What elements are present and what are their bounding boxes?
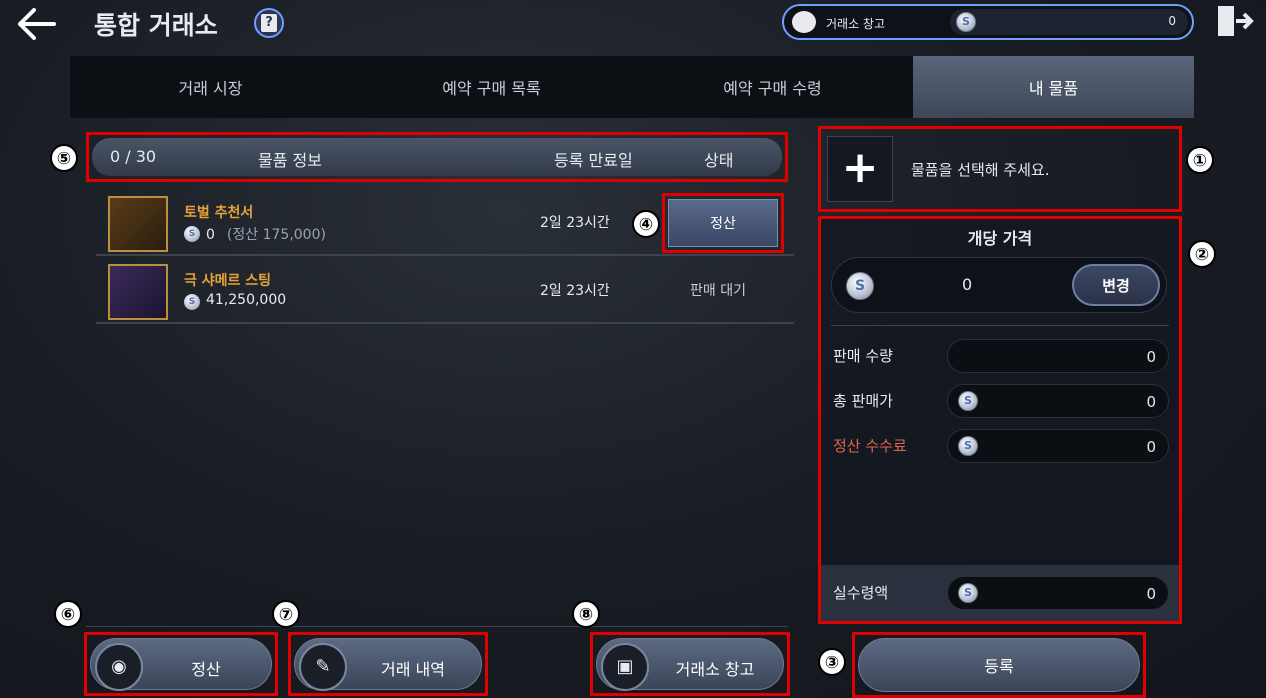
warehouse-balance[interactable]: 거래소 창고 S 0: [782, 4, 1194, 40]
divider: [831, 325, 1169, 326]
silver-coin-icon: S: [958, 583, 978, 603]
net-value: 0: [1146, 585, 1156, 603]
tab-market[interactable]: 거래 시장: [70, 56, 351, 118]
item-price: 0 (정산 175,000): [206, 227, 326, 243]
silver-coin-icon: S: [956, 12, 976, 32]
scroll-item-icon: [108, 196, 168, 252]
exit-icon[interactable]: [1214, 2, 1254, 40]
qty-label: 판매 수량: [833, 347, 893, 365]
net-field: S 0: [947, 576, 1169, 610]
table-header: 0 / 30 물품 정보 등록 만료일 상태: [92, 138, 782, 176]
money-bag-icon: ◉: [95, 643, 143, 691]
badge-4: ④: [632, 210, 660, 238]
badge-1: ①: [1186, 146, 1214, 174]
silver-coin-icon: S: [184, 294, 200, 310]
select-item-box[interactable]: + 물품을 선택해 주세요.: [818, 126, 1182, 212]
total-field: S 0: [947, 384, 1169, 418]
item-name: 토벌 추천서: [184, 205, 254, 221]
unit-price-field[interactable]: S 0 변경: [831, 257, 1167, 313]
badge-5: ⑤: [50, 144, 78, 172]
unit-price-value: 0: [962, 275, 973, 294]
back-arrow-icon[interactable]: [14, 6, 58, 42]
register-button[interactable]: 등록: [858, 638, 1140, 692]
col-item-info: 물품 정보: [258, 151, 322, 170]
item-count: 0 / 30: [110, 147, 157, 166]
select-item-text: 물품을 선택해 주세요.: [911, 161, 1050, 179]
divider: [86, 626, 788, 627]
badge-7: ⑦: [272, 600, 300, 628]
badge-2: ②: [1188, 240, 1216, 268]
item-expiry: 2일 23시간: [540, 283, 610, 299]
badge-3: ③: [818, 648, 846, 676]
register-button-highlight: 등록: [852, 632, 1146, 698]
total-label: 총 판매가: [833, 392, 893, 410]
badge-8: ⑧: [572, 600, 600, 628]
warehouse-button[interactable]: ▣ 거래소 창고: [596, 638, 784, 691]
weapon-item-icon: [108, 264, 168, 320]
table-row[interactable]: 극 샤메르 스팅 S 41,250,000 2일 23시간 판매 대기: [96, 258, 794, 324]
silver-coin-icon: S: [958, 436, 978, 456]
net-label: 실수령액: [833, 584, 889, 602]
col-expiry: 등록 만료일: [554, 151, 633, 170]
quill-icon: ✎: [299, 643, 347, 691]
chest-icon: [792, 11, 816, 33]
fee-value: 0: [1146, 438, 1156, 456]
fee-field: S 0: [947, 429, 1169, 463]
col-status: 상태: [704, 151, 734, 170]
warehouse-value-box: S 0: [950, 9, 1188, 35]
item-expiry: 2일 23시간: [540, 215, 610, 231]
settle-button[interactable]: ◉ 정산: [90, 638, 272, 691]
fee-label: 정산 수수료: [833, 437, 907, 455]
silver-coin-icon: S: [958, 391, 978, 411]
tab-bar: 거래 시장 예약 구매 목록 예약 구매 수령 내 물품: [70, 56, 1194, 118]
warehouse-value: 0: [1168, 14, 1176, 28]
change-price-button[interactable]: 변경: [1072, 264, 1160, 306]
silver-coin-icon: S: [184, 226, 200, 242]
qty-field[interactable]: 0: [947, 339, 1169, 373]
settle-row-button[interactable]: 정산: [668, 199, 778, 247]
badge-6: ⑥: [54, 600, 82, 628]
tab-my-items[interactable]: 내 물품: [913, 56, 1194, 118]
item-price: 41,250,000: [206, 292, 287, 308]
chest-icon: ▣: [601, 643, 649, 691]
settle-button-label: 정산: [191, 660, 221, 679]
history-button-highlight: ✎ 거래 내역: [288, 632, 488, 696]
item-name: 극 샤메르 스팅: [184, 273, 272, 289]
page-title: 통합 거래소: [94, 11, 218, 40]
silver-coin-icon: S: [846, 272, 874, 300]
qty-value: 0: [1146, 348, 1156, 366]
settle-row-highlight: 정산: [662, 193, 784, 253]
total-value: 0: [1146, 393, 1156, 411]
unit-price-title: 개당 가격: [967, 229, 1033, 248]
item-status: 판매 대기: [690, 283, 746, 299]
price-panel: 개당 가격 S 0 변경 판매 수량 0 총 판매가 S 0 정산 수수료 S …: [818, 216, 1182, 624]
warehouse-label: 거래소 창고: [826, 17, 886, 31]
trade-history-label: 거래 내역: [381, 660, 445, 679]
plus-icon[interactable]: +: [827, 136, 893, 202]
warehouse-button-highlight: ▣ 거래소 창고: [590, 632, 790, 696]
table-header-highlight: 0 / 30 물품 정보 등록 만료일 상태: [86, 132, 788, 182]
tab-reserve-receive[interactable]: 예약 구매 수령: [632, 56, 913, 118]
settle-button-highlight: ◉ 정산: [84, 632, 278, 696]
tab-reserve-list[interactable]: 예약 구매 목록: [351, 56, 632, 118]
warehouse-button-label: 거래소 창고: [675, 660, 755, 679]
help-book-icon[interactable]: ?: [254, 8, 284, 38]
net-amount-strip: 실수령액 S 0: [821, 565, 1179, 621]
trade-history-button[interactable]: ✎ 거래 내역: [294, 638, 482, 691]
